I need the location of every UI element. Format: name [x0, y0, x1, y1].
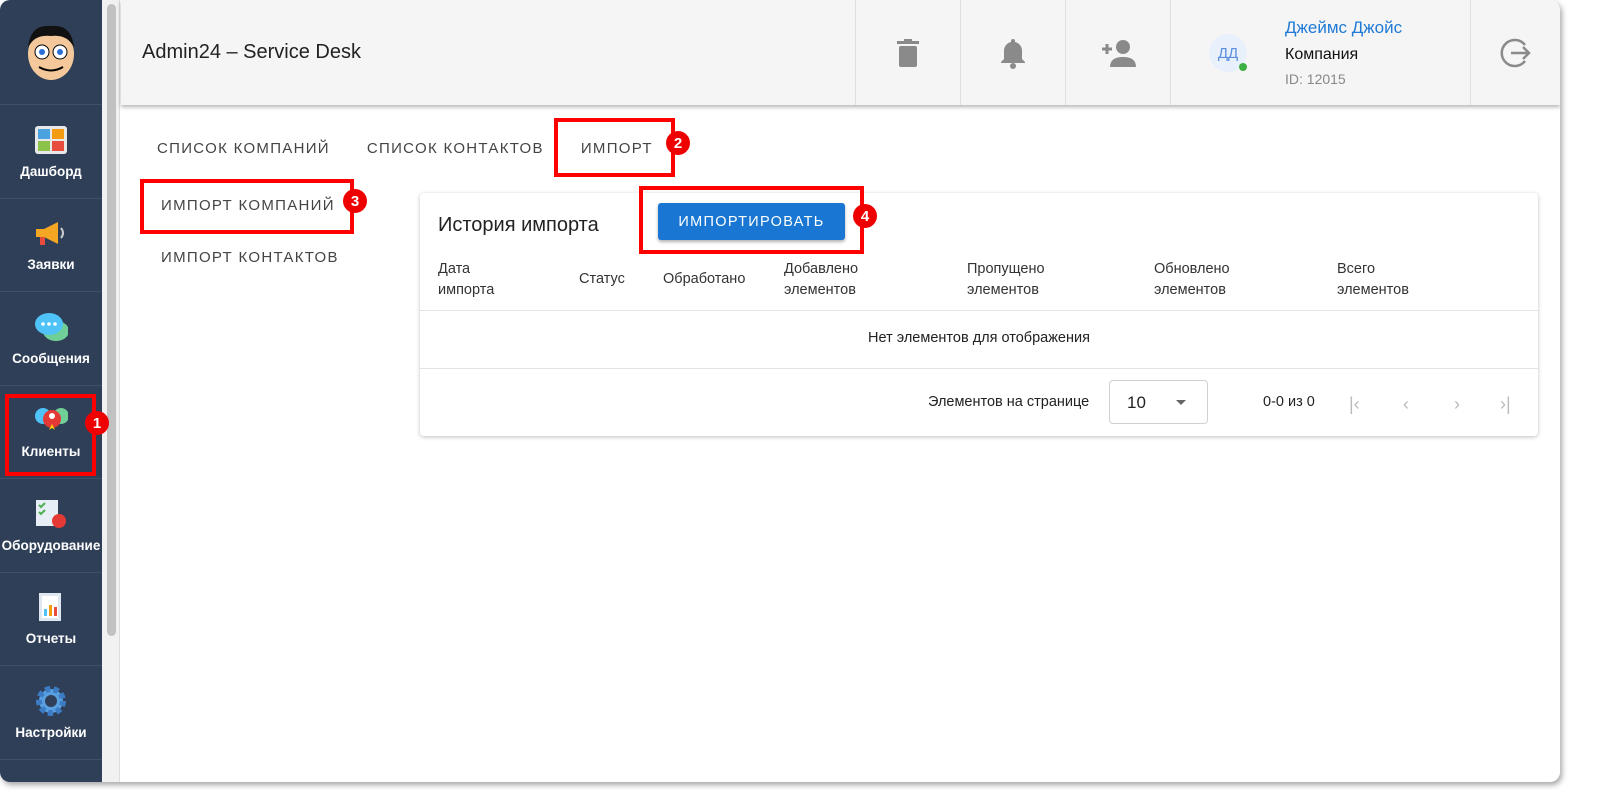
equipment-icon: [34, 498, 68, 530]
sidebar-scrollbar[interactable]: [102, 0, 120, 782]
sidebar-item-settings[interactable]: Настройки: [0, 666, 102, 760]
annotation-badge-1: 1: [85, 411, 109, 435]
app-window: Дашборд Заявки Сообщения Клиенты Оборудо…: [0, 0, 1560, 782]
sidebar-item-requests[interactable]: Заявки: [0, 199, 102, 292]
page-range: 0-0 из 0: [1263, 394, 1315, 410]
annotation-badge-4: 4: [853, 204, 877, 228]
add-user-button[interactable]: [1065, 0, 1170, 105]
tab-companies-list[interactable]: СПИСОК КОМПАНИЙ: [157, 140, 330, 157]
company-name: Компания: [1285, 46, 1359, 63]
app-title: Admin24 – Service Desk: [142, 41, 361, 63]
logout-button[interactable]: [1470, 0, 1560, 105]
prev-page-icon[interactable]: ‹: [1403, 394, 1409, 415]
subtab-import-contacts[interactable]: ИМПОРТ КОНТАКТОВ: [161, 249, 339, 266]
first-page-icon[interactable]: |‹: [1349, 394, 1360, 415]
column-header-skipped[interactable]: Пропущено элементов: [967, 259, 1045, 301]
scrollbar-thumb[interactable]: [107, 4, 116, 636]
per-page-select[interactable]: 10: [1109, 380, 1208, 424]
dashboard-icon: [34, 124, 68, 156]
user-name[interactable]: Джеймс Джойс: [1285, 18, 1402, 38]
annotation-box-1: [5, 394, 96, 476]
annotation-badge-3: 3: [343, 189, 367, 213]
column-header-total[interactable]: Всего элементов: [1337, 259, 1409, 301]
tab-contacts-list[interactable]: СПИСОК КОНТАКТОВ: [367, 140, 544, 157]
sidebar-item-reports[interactable]: Отчеты: [0, 573, 102, 666]
column-header-updated[interactable]: Обновлено элементов: [1154, 259, 1230, 301]
annotation-box-4: [639, 186, 864, 254]
header: Admin24 – Service Desk ДД Джеймс Джойс К…: [121, 0, 1560, 105]
empty-message: Нет элементов для отображения: [868, 330, 1090, 346]
gear-icon: [34, 685, 68, 717]
column-header-processed[interactable]: Обработано: [663, 269, 745, 290]
next-page-icon[interactable]: ›: [1454, 394, 1460, 415]
column-header-added[interactable]: Добавлено элементов: [784, 259, 858, 301]
dropdown-arrow-icon: [1176, 400, 1186, 410]
sidebar-item-messages[interactable]: Сообщения: [0, 292, 102, 386]
divider: [420, 310, 1538, 311]
sidebar: Дашборд Заявки Сообщения Клиенты Оборудо…: [0, 0, 102, 782]
trash-icon: [897, 38, 919, 67]
sidebar-item-dashboard[interactable]: Дашборд: [0, 105, 102, 199]
annotation-box-3: [140, 179, 354, 234]
chat-icon: [34, 311, 68, 343]
user-profile[interactable]: ДД Джеймс Джойс Компания ID: 12015: [1170, 0, 1470, 105]
sidebar-item-equipment[interactable]: Оборудование: [0, 479, 102, 573]
per-page-label: Элементов на странице: [928, 394, 1090, 410]
megaphone-icon: [34, 217, 68, 249]
report-icon: [34, 591, 68, 623]
add-user-icon: [1102, 39, 1136, 67]
logo[interactable]: [0, 0, 102, 105]
trash-button[interactable]: [855, 0, 960, 105]
card-title: История импорта: [438, 214, 599, 236]
import-history-card: История импорта ИМПОРТИРОВАТЬ Дата импор…: [420, 193, 1538, 436]
last-page-icon[interactable]: ›|: [1500, 394, 1511, 415]
online-status-dot: [1239, 63, 1247, 71]
divider: [420, 368, 1538, 369]
column-header-status[interactable]: Статус: [579, 269, 625, 290]
column-header-date[interactable]: Дата импорта: [438, 259, 494, 301]
user-id: ID: 12015: [1285, 71, 1346, 87]
bell-icon: [1001, 38, 1025, 69]
annotation-badge-2: 2: [666, 131, 690, 155]
notifications-button[interactable]: [960, 0, 1065, 105]
annotation-box-2: [554, 118, 675, 177]
avatar-logo-icon: [28, 25, 74, 80]
logout-icon: [1500, 38, 1531, 67]
